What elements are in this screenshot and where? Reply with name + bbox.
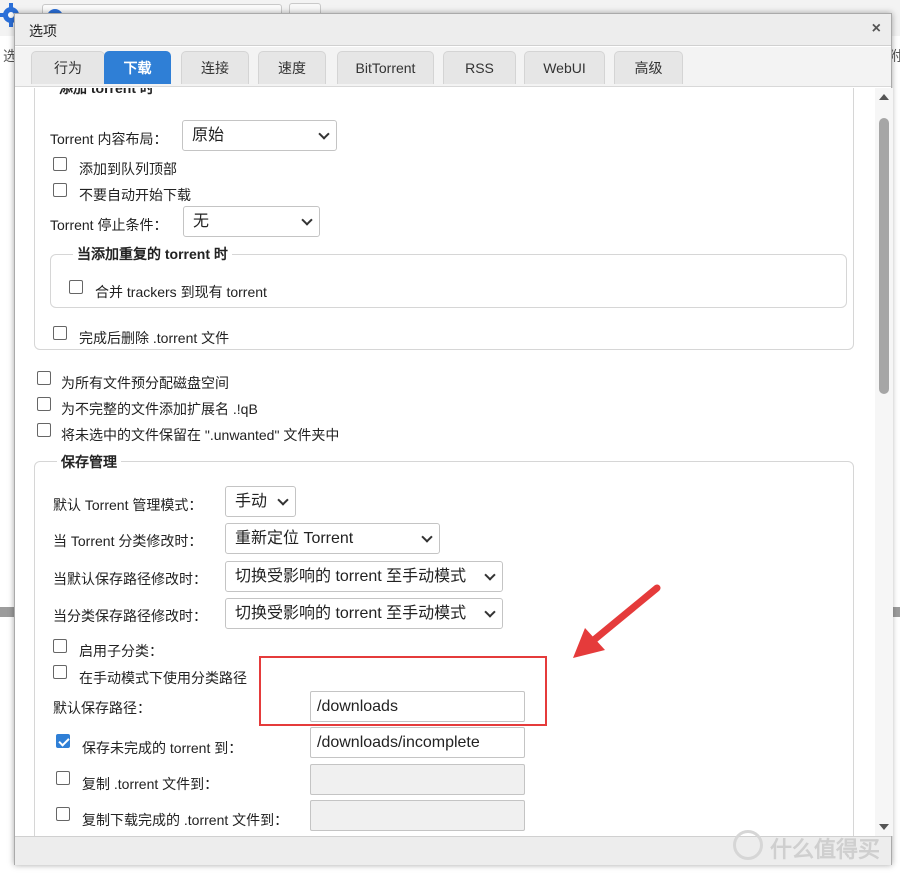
category-changed-value: 重新定位 Torrent [235, 530, 354, 547]
tab-downloads[interactable]: 下载 [104, 51, 171, 84]
chevron-down-icon [421, 531, 433, 543]
category-path-changed-label: 当分类保存路径修改时： [53, 608, 207, 624]
watermark-logo-icon [733, 830, 763, 860]
save-management-legend: 保存管理 [57, 452, 121, 472]
copy-torrent-label: 复制 .torrent 文件到： [82, 776, 219, 792]
chevron-down-icon [277, 494, 289, 506]
chevron-down-icon [318, 128, 330, 140]
stop-condition-label: Torrent 停止条件： [50, 217, 168, 233]
content-layout-select[interactable]: 原始 [182, 120, 337, 151]
append-ext-label: 为不完整的文件添加扩展名 .!qB [61, 401, 258, 417]
use-category-path-checkbox[interactable] [53, 665, 67, 679]
tab-connection[interactable]: 连接 [181, 51, 249, 84]
copy-finished-input[interactable] [310, 800, 525, 831]
scroll-down-icon[interactable] [879, 824, 889, 830]
mgmt-mode-value: 手动 [235, 493, 268, 510]
subcategories-checkbox[interactable] [53, 639, 67, 653]
incomplete-path-input[interactable]: /downloads/incomplete [310, 727, 525, 758]
incomplete-path-label: 保存未完成的 torrent 到： [82, 740, 243, 756]
stop-condition-select[interactable]: 无 [183, 206, 320, 237]
copy-finished-checkbox[interactable] [56, 807, 70, 821]
copy-torrent-checkbox[interactable] [56, 771, 70, 785]
highlight-box [259, 656, 547, 726]
duplicate-torrent-legend: 当添加重复的 torrent 时 [73, 244, 232, 264]
chevron-down-icon [484, 569, 496, 581]
keep-unwanted-label: 将未选中的文件保留在 ".unwanted" 文件夹中 [61, 427, 340, 443]
tab-bittorrent[interactable]: BitTorrent [337, 51, 434, 84]
default-path-changed-label: 当默认保存路径修改时： [53, 571, 207, 587]
scrollbar-thumb[interactable] [879, 118, 889, 394]
incomplete-path-checkbox[interactable] [56, 734, 70, 748]
subcategories-label: 启用子分类： [79, 643, 163, 659]
no-autostart-label: 不要自动开始下载 [79, 187, 191, 203]
delete-torrent-label: 完成后删除 .torrent 文件 [79, 330, 230, 346]
tab-behavior[interactable]: 行为 [31, 51, 105, 84]
options-dialog: 选项 × 行为 下载 连接 速度 BitTorrent RSS WebUI 高级… [14, 13, 893, 865]
default-path-changed-select[interactable]: 切换受影响的 torrent 至手动模式 [225, 561, 503, 592]
mgmt-mode-label: 默认 Torrent 管理模式： [53, 497, 203, 513]
arrow-icon [573, 584, 661, 658]
prealloc-label: 为所有文件预分配磁盘空间 [61, 375, 229, 391]
watermark-text: 什么值得买 [770, 837, 881, 862]
category-path-changed-select[interactable]: 切换受影响的 torrent 至手动模式 [225, 598, 503, 629]
vertical-scrollbar[interactable] [875, 88, 893, 836]
default-save-path-label: 默认保存路径： [53, 700, 151, 716]
default-path-changed-value: 切换受影响的 torrent 至手动模式 [235, 568, 467, 585]
dialog-title: 选项 [29, 23, 57, 39]
use-category-path-label: 在手动模式下使用分类路径 [79, 670, 247, 686]
copy-finished-label: 复制下载完成的 .torrent 文件到： [82, 812, 289, 828]
add-top-label: 添加到队列顶部 [79, 161, 177, 177]
dialog-titlebar: 选项 × [15, 14, 891, 46]
merge-trackers-label: 合并 trackers 到现有 torrent [95, 284, 267, 300]
keep-unwanted-checkbox[interactable] [37, 423, 51, 437]
add-top-checkbox[interactable] [53, 157, 67, 171]
no-autostart-checkbox[interactable] [53, 183, 67, 197]
content-layout-value: 原始 [192, 127, 225, 144]
chevron-down-icon [484, 606, 496, 618]
tab-webui[interactable]: WebUI [524, 51, 605, 84]
tab-advanced[interactable]: 高级 [614, 51, 683, 84]
category-changed-label: 当 Torrent 分类修改时： [53, 533, 203, 549]
tab-rss[interactable]: RSS [443, 51, 516, 84]
stop-condition-value: 无 [193, 213, 210, 230]
close-icon[interactable]: × [872, 20, 881, 38]
category-changed-select[interactable]: 重新定位 Torrent [225, 523, 440, 554]
delete-torrent-checkbox[interactable] [53, 326, 67, 340]
category-path-changed-value: 切换受影响的 torrent 至手动模式 [235, 605, 467, 622]
add-torrent-legend: 添加 torrent 时 [55, 88, 158, 98]
tab-bar: 行为 下载 连接 速度 BitTorrent RSS WebUI 高级 [15, 47, 891, 87]
chevron-down-icon [301, 214, 313, 226]
prealloc-checkbox[interactable] [37, 371, 51, 385]
content-layout-label: Torrent 内容布局： [50, 131, 168, 147]
copy-torrent-input[interactable] [310, 764, 525, 795]
append-ext-checkbox[interactable] [37, 397, 51, 411]
tab-speed[interactable]: 速度 [258, 51, 326, 84]
mgmt-mode-select[interactable]: 手动 [225, 486, 296, 517]
scroll-up-icon[interactable] [879, 94, 889, 100]
merge-trackers-checkbox[interactable] [69, 280, 83, 294]
